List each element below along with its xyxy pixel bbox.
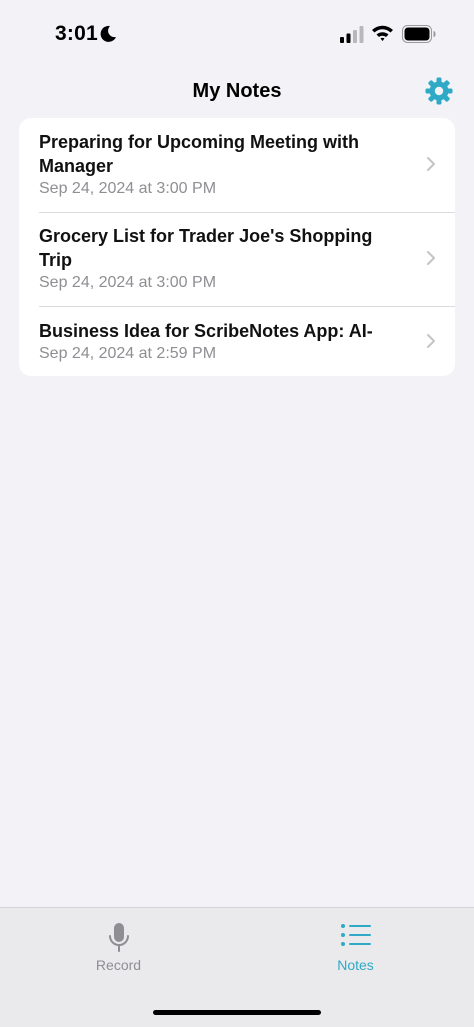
tab-notes[interactable]: Notes — [237, 908, 474, 988]
tab-record[interactable]: Record — [0, 908, 237, 988]
note-row[interactable]: Grocery List for Trader Joe's Shopping T… — [19, 212, 455, 306]
signal-icon — [340, 26, 364, 43]
chevron-right-icon — [427, 334, 435, 348]
note-title: Grocery List for Trader Joe's Shopping T… — [39, 226, 373, 270]
note-row[interactable]: Preparing for Upcoming Meeting with Mana… — [19, 118, 455, 212]
tab-label: Record — [95, 957, 142, 973]
status-time: 3:01 — [55, 22, 98, 45]
note-title: Business Idea for ScribeNotes App: AI- — [39, 321, 373, 341]
battery-icon — [402, 25, 436, 43]
note-row[interactable]: Business Idea for ScribeNotes App: AI- S… — [19, 306, 455, 376]
note-date: Sep 24, 2024 at 3:00 PM — [39, 180, 217, 197]
gear-icon[interactable] — [424, 76, 454, 106]
home-indicator — [153, 1010, 321, 1015]
wifi-icon — [372, 25, 393, 41]
note-date: Sep 24, 2024 at 3:00 PM — [39, 274, 217, 291]
navigation-bar: My Notes — [0, 62, 474, 118]
status-bar: 3:01 — [0, 0, 474, 62]
tab-bar: Record Notes — [0, 907, 474, 1027]
microphone-icon — [108, 923, 129, 952]
chevron-right-icon — [427, 251, 435, 265]
page-title: My Notes — [192, 80, 282, 102]
notes-list: Preparing for Upcoming Meeting with Mana… — [19, 118, 455, 376]
moon-icon — [100, 25, 116, 42]
tab-label: Notes — [337, 957, 374, 973]
chevron-right-icon — [427, 157, 435, 171]
note-title: Preparing for Upcoming Meeting with Mana… — [39, 132, 360, 176]
note-date: Sep 24, 2024 at 2:59 PM — [39, 345, 217, 362]
list-icon — [340, 924, 371, 946]
